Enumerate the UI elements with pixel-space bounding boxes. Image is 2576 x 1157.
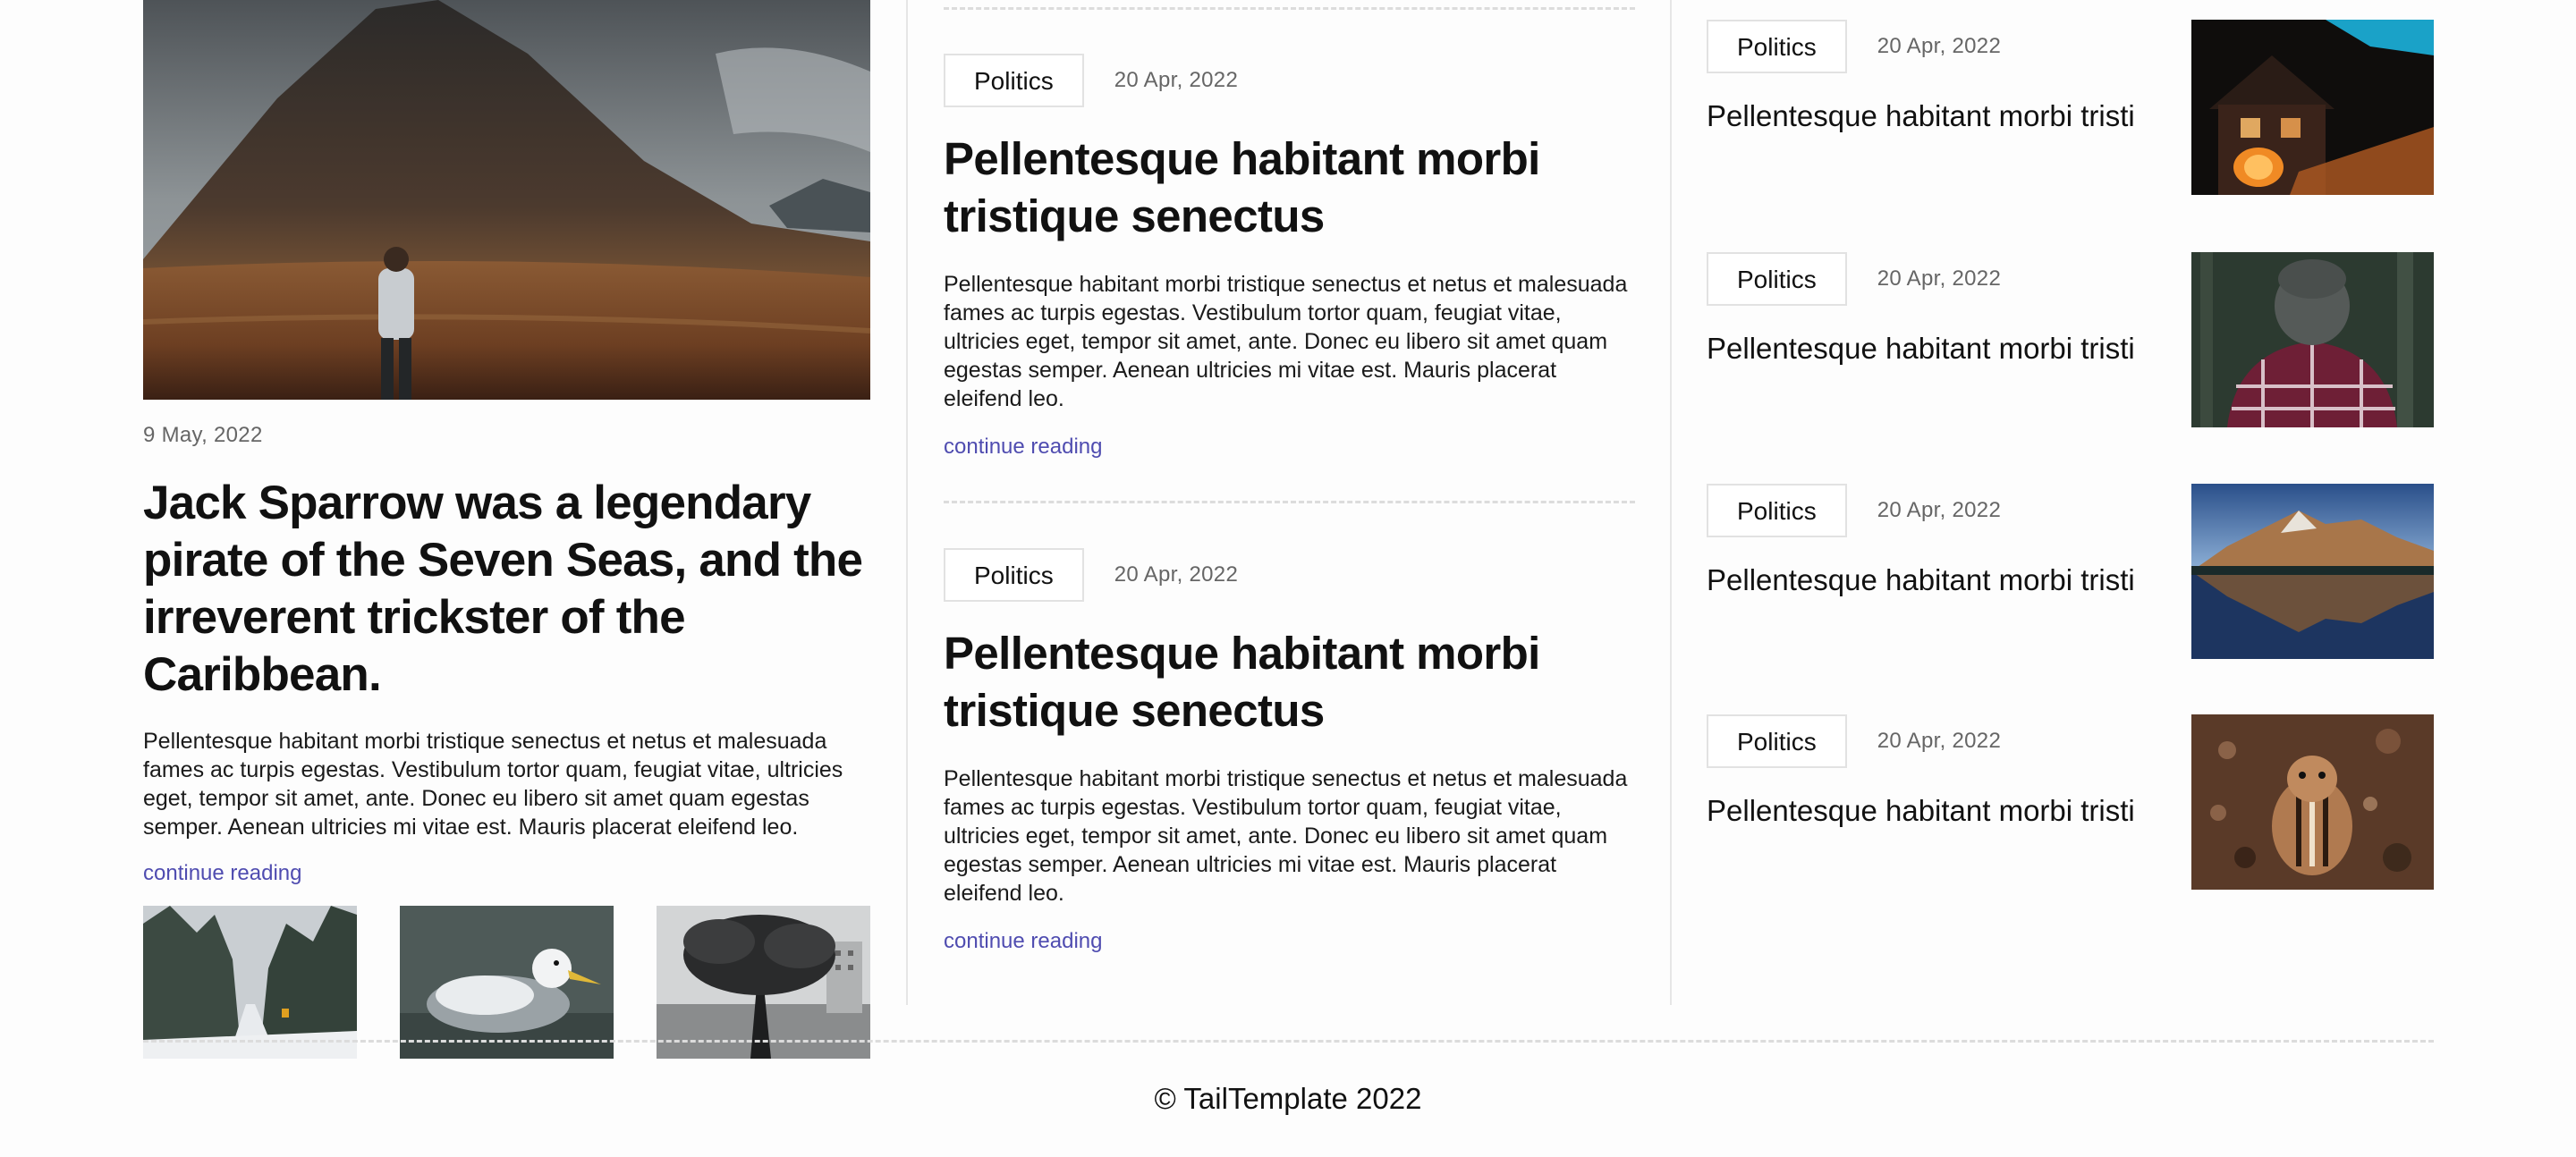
post-excerpt: Pellentesque habitant morbi tristique se… [944, 272, 1628, 411]
side-list-item: Politics 20 Apr, 2022 Pellentesque habit… [1707, 20, 2434, 195]
side-list-item: Politics 20 Apr, 2022 Pellentesque habit… [1707, 252, 2434, 427]
post-divider [944, 7, 1635, 10]
category-tag[interactable]: Politics [1707, 20, 1847, 73]
side-item-image[interactable] [2191, 484, 2434, 659]
continue-reading-link[interactable]: continue reading [944, 435, 1102, 460]
post-date: 20 Apr, 2022 [1114, 562, 1239, 587]
category-tag[interactable]: Politics [1707, 714, 1847, 768]
post-title[interactable]: Pellentesque habitant morbi tristique se… [944, 131, 1635, 245]
continue-reading-link[interactable]: continue reading [944, 929, 1102, 954]
post-excerpt: Pellentesque habitant morbi tristique se… [944, 766, 1628, 906]
featured-date: 9 May, 2022 [143, 423, 263, 447]
side-item-date: 20 Apr, 2022 [1877, 498, 2002, 522]
page: 9 May, 2022 Jack Sparrow was a legendary… [0, 0, 2576, 1157]
side-item-meta: Politics 20 Apr, 2022 [1707, 714, 2001, 768]
footer-divider [143, 1040, 2434, 1043]
side-item-title[interactable]: Pellentesque habitant morbi tristique se… [1707, 790, 2136, 832]
category-tag[interactable]: Politics [1707, 484, 1847, 537]
side-list-item: Politics 20 Apr, 2022 Pellentesque habit… [1707, 714, 2434, 890]
category-tag[interactable]: Politics [944, 54, 1084, 107]
featured-article: 9 May, 2022 Jack Sparrow was a legendary… [143, 0, 870, 1059]
post-title[interactable]: Pellentesque habitant morbi tristique se… [944, 625, 1635, 739]
footer-copyright: © TailTemplate 2022 [1154, 1082, 1422, 1115]
side-item-date: 20 Apr, 2022 [1877, 34, 2002, 58]
side-item-title[interactable]: Pellentesque habitant morbi tristique se… [1707, 559, 2136, 602]
side-list-item: Politics 20 Apr, 2022 Pellentesque habit… [1707, 484, 2434, 659]
column-divider-1 [906, 0, 908, 1005]
column-divider-2 [1670, 0, 1672, 1005]
category-tag[interactable]: Politics [1707, 252, 1847, 306]
featured-thumbnails [143, 906, 870, 1059]
featured-excerpt: Pellentesque habitant morbi tristique se… [143, 729, 843, 840]
side-item-title[interactable]: Pellentesque habitant morbi tristique se… [1707, 327, 2136, 370]
side-item-title[interactable]: Pellentesque habitant morbi tristique se… [1707, 95, 2136, 138]
featured-title[interactable]: Jack Sparrow was a legendary pirate of t… [143, 475, 870, 704]
side-item-image[interactable] [2191, 20, 2434, 195]
side-item-image[interactable] [2191, 252, 2434, 427]
post-card: Politics 20 Apr, 2022 Pellentesque habit… [944, 548, 1635, 954]
side-item-date: 20 Apr, 2022 [1877, 266, 2002, 291]
thumbnail-seagull[interactable] [400, 906, 614, 1059]
featured-continue-reading-link[interactable]: continue reading [143, 861, 301, 886]
post-meta: Politics 20 Apr, 2022 [944, 548, 1635, 602]
thumbnail-snowy-road[interactable] [143, 906, 357, 1059]
post-date: 20 Apr, 2022 [1114, 68, 1239, 92]
category-tag[interactable]: Politics [944, 548, 1084, 602]
featured-image[interactable] [143, 0, 870, 400]
side-item-meta: Politics 20 Apr, 2022 [1707, 20, 2001, 73]
side-item-image[interactable] [2191, 714, 2434, 890]
post-meta: Politics 20 Apr, 2022 [944, 54, 1635, 107]
side-item-meta: Politics 20 Apr, 2022 [1707, 484, 2001, 537]
post-divider [944, 501, 1635, 503]
side-item-meta: Politics 20 Apr, 2022 [1707, 252, 2001, 306]
side-item-date: 20 Apr, 2022 [1877, 729, 2002, 753]
thumbnail-tree-harbor[interactable] [657, 906, 870, 1059]
post-card: Politics 20 Apr, 2022 Pellentesque habit… [944, 54, 1635, 460]
